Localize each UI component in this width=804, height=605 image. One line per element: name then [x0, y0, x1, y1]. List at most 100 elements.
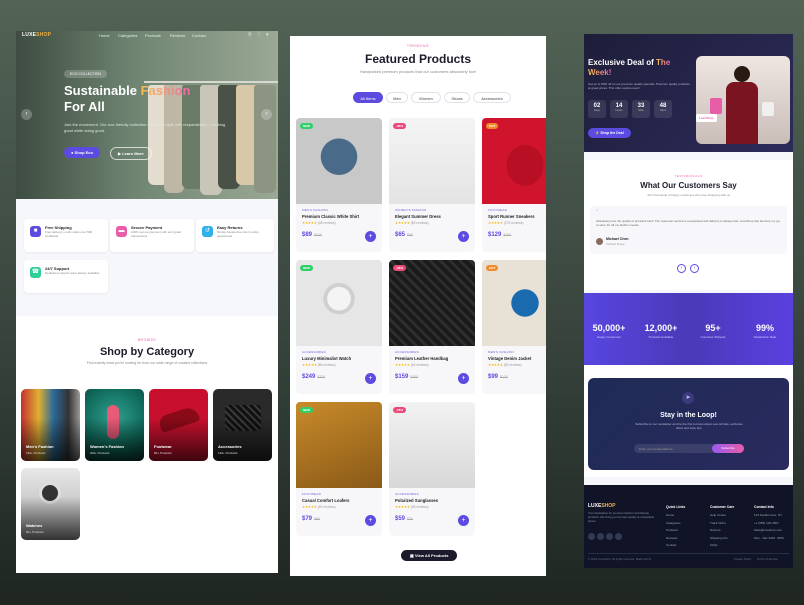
product-image[interactable]: [482, 260, 546, 346]
product-card-jacket[interactable]: HOT MEN'S FASHION Vintage Denim Jacket ★★★★…: [482, 260, 546, 394]
nav-products[interactable]: Products: [145, 33, 161, 38]
footer-link[interactable]: Reviews: [666, 536, 685, 540]
nav-home[interactable]: Home: [99, 33, 110, 38]
category-description: Find exactly what you're looking for fro…: [86, 361, 208, 365]
add-to-cart-button[interactable]: +: [458, 515, 469, 526]
subscribe-button[interactable]: Subscribe: [712, 444, 744, 453]
footer-logo[interactable]: LUXESHOP: [588, 503, 616, 509]
product-name[interactable]: Polarized Sunglasses: [395, 498, 438, 503]
quote-icon: “: [596, 209, 599, 216]
review-count: (95 reviews): [410, 505, 429, 509]
add-to-cart-button[interactable]: +: [458, 231, 469, 242]
brand-logo[interactable]: LUXESHOP: [22, 32, 51, 38]
search-icon[interactable]: ⚲: [248, 32, 252, 38]
filter-accessories[interactable]: Accessories: [473, 92, 511, 103]
footer-link[interactable]: Shipping Info: [710, 536, 734, 540]
feature-card-shipping: ■ Free Shipping Free delivery on all order…: [24, 219, 108, 252]
twitter-icon[interactable]: [597, 533, 604, 540]
footer-link[interactable]: Returns: [710, 528, 734, 532]
footer-link[interactable]: Help Center: [710, 513, 734, 517]
category-watches[interactable]: Watches 60+ Products: [21, 468, 80, 540]
product-name[interactable]: Premium Classic White Shirt: [302, 214, 359, 219]
product-tag: HOT: [486, 123, 499, 129]
deal-image-badge: LuxeShop: [696, 114, 717, 122]
product-category: WOMEN'S FASHION: [395, 208, 427, 212]
next-testimonial-button[interactable]: ›: [690, 264, 699, 273]
product-image[interactable]: [389, 260, 475, 346]
add-to-cart-button[interactable]: +: [365, 231, 376, 242]
product-name[interactable]: Vintage Denim Jacket: [488, 356, 531, 361]
timer-days: 02 Days: [588, 100, 606, 118]
add-to-cart-button[interactable]: +: [365, 373, 376, 384]
learn-more-button[interactable]: ▶ Learn More: [110, 147, 152, 160]
footer-link[interactable]: Track Order: [710, 521, 734, 525]
product-card-sunglasses[interactable]: -15% ACCESSORIES Polarized Sunglasses ★★★★★…: [389, 402, 475, 536]
review-count: (89 reviews): [410, 221, 429, 225]
facebook-icon[interactable]: [588, 533, 595, 540]
review-count: (56 reviews): [317, 363, 336, 367]
category-eyebrow: BROWSE: [137, 338, 157, 342]
product-name[interactable]: Casual Comfort Loafers: [302, 498, 349, 503]
product-card-loafers[interactable]: NEW FOOTWEAR Casual Comfort Loafers ★★★★★ (…: [296, 402, 382, 536]
product-image[interactable]: [389, 402, 475, 488]
footer-link[interactable]: FAQs: [710, 543, 734, 547]
home-page-panel: LUXESHOP Home Categories Products Review…: [16, 31, 278, 573]
rating-stars: ★★★★★ (82 reviews): [488, 363, 522, 367]
product-name[interactable]: Luxury Minimalist Watch: [302, 356, 351, 361]
cart-icon[interactable]: ▾: [266, 32, 269, 38]
product-card-watch[interactable]: NEW ACCESSORIES Luxury Minimalist Watch ★★★…: [296, 260, 382, 394]
category-womens[interactable]: Women's Fashion 200+ Products: [85, 389, 144, 461]
product-name[interactable]: Sport Runner Sneakers: [488, 214, 535, 219]
nav-contact[interactable]: Contact: [192, 33, 206, 38]
add-to-cart-button[interactable]: +: [365, 515, 376, 526]
shop-the-deal-button[interactable]: ⚡ Shop the Deal: [588, 128, 631, 138]
newsletter-section: ➤ Stay in the Loop! Subscribe to our new…: [584, 365, 793, 477]
product-card-handbag[interactable]: -25% ACCESSORIES Premium Leather Handbag ★★…: [389, 260, 475, 394]
product-image[interactable]: [482, 118, 546, 204]
hero-title: Sustainable Fashion For All: [64, 83, 191, 114]
product-price: $65 $95: [395, 232, 413, 238]
headset-icon: ☎: [30, 267, 41, 278]
privacy-link[interactable]: Privacy Policy: [734, 557, 751, 561]
nav-reviews[interactable]: Reviews: [170, 33, 185, 38]
category-footwear[interactable]: Footwear 80+ Products: [149, 389, 208, 461]
feature-card-support: ☎ 24/7 Support Dedicated support team alwa…: [24, 260, 108, 293]
product-name[interactable]: Elegant Summer Dress: [395, 214, 441, 219]
prev-testimonial-button[interactable]: ‹: [677, 264, 686, 273]
product-image[interactable]: [296, 118, 382, 204]
feature-card-returns: ↺ Easy Returns 30-day hassle-free return p…: [196, 219, 274, 252]
terms-link[interactable]: Terms of Service: [757, 557, 778, 561]
footer-contact-item[interactable]: hello@luxeshop.com: [754, 528, 784, 532]
category-mens[interactable]: Men's Fashion 150+ Products: [21, 389, 80, 461]
product-image[interactable]: [296, 260, 382, 346]
nav-categories[interactable]: Categories: [118, 33, 137, 38]
shop-eco-button[interactable]: ● Shop Eco: [64, 147, 100, 158]
filter-men[interactable]: Men: [386, 92, 408, 103]
product-image[interactable]: [296, 402, 382, 488]
testimonials-eyebrow: TESTIMONIALS: [674, 174, 703, 178]
product-tag: -25%: [393, 265, 407, 271]
product-card-sneakers[interactable]: HOT FOOTWEAR Sport Runner Sneakers ★★★★★ (2…: [482, 118, 546, 252]
product-card-shirt[interactable]: NEW MEN'S FASHION Premium Classic White Sh…: [296, 118, 382, 252]
pinterest-icon[interactable]: [615, 533, 622, 540]
footer-link[interactable]: Contact: [666, 543, 685, 547]
prev-slide-button[interactable]: ‹: [21, 109, 32, 120]
view-all-products-button[interactable]: ▦ View All Products: [401, 550, 458, 561]
filter-all[interactable]: All Items: [353, 92, 383, 103]
filter-shoes[interactable]: Shoes: [444, 92, 470, 103]
product-name[interactable]: Premium Leather Handbag: [395, 356, 448, 361]
add-to-cart-button[interactable]: +: [458, 373, 469, 384]
product-card-dress[interactable]: -30% WOMEN'S FASHION Elegant Summer Dress ★…: [389, 118, 475, 252]
footer-link[interactable]: Home: [666, 513, 685, 517]
filter-women[interactable]: Women: [411, 92, 441, 103]
next-slide-button[interactable]: ›: [261, 109, 272, 120]
product-image[interactable]: [389, 118, 475, 204]
category-accessories[interactable]: Accessories 120+ Products: [213, 389, 272, 461]
instagram-icon[interactable]: [606, 533, 613, 540]
heart-icon[interactable]: ♡: [257, 32, 261, 38]
review-count: (275 reviews): [503, 221, 524, 225]
footer-link[interactable]: Categories: [666, 521, 685, 525]
testimonial-role: Verified Buyer: [606, 242, 625, 246]
review-count: (64 reviews): [410, 363, 429, 367]
footer-link[interactable]: Products: [666, 528, 685, 532]
